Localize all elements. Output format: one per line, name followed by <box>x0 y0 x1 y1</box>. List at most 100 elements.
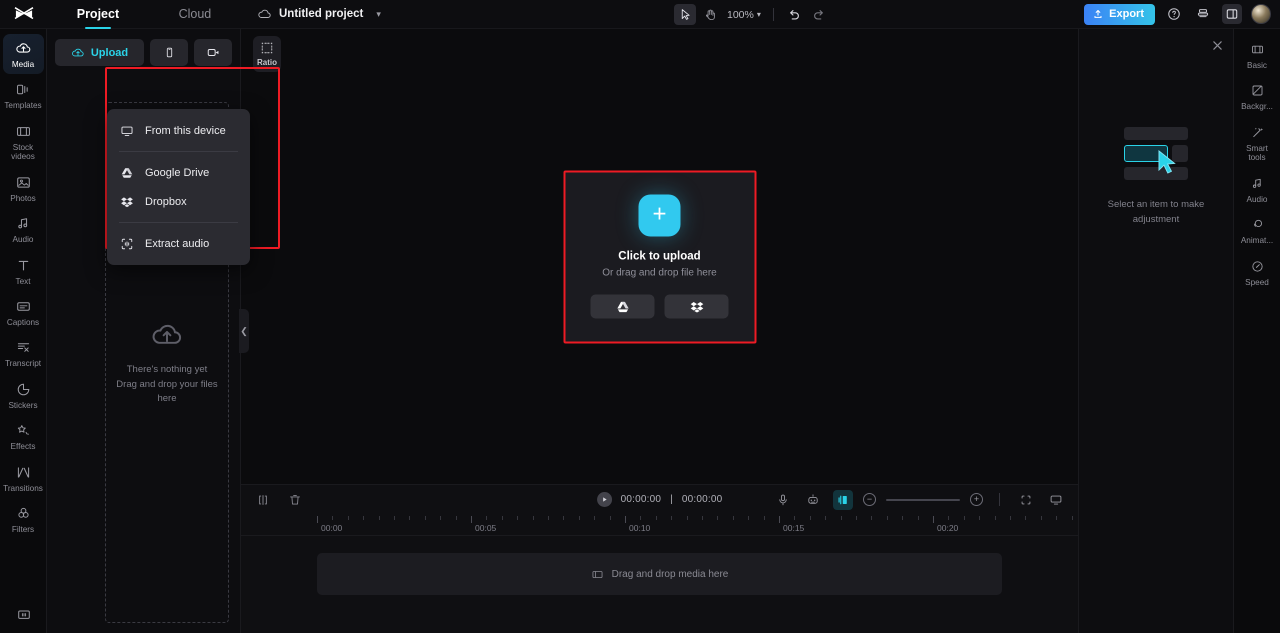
video-camera-icon <box>207 49 218 56</box>
audio-split-button[interactable] <box>833 489 853 510</box>
upload-button-row: Upload <box>47 29 240 66</box>
export-upload-icon <box>1094 10 1102 18</box>
fit-to-screen-button[interactable] <box>1016 490 1036 510</box>
right-sidebar: Basic Backgr... Smart tools Audio Animat… <box>1233 29 1280 633</box>
upload-button[interactable]: Upload <box>55 39 144 66</box>
chevron-down-icon: ▾ <box>756 10 761 19</box>
ruler-tick-minor <box>717 516 719 520</box>
tab-project[interactable]: Project <box>73 0 123 29</box>
zoom-in-button[interactable]: + <box>970 493 983 506</box>
upload-button-label: Upload <box>90 46 129 59</box>
hand-tool-button[interactable] <box>699 4 721 25</box>
sidebar-item-stickers[interactable]: Stickers <box>3 375 44 415</box>
text-t-icon <box>15 257 32 274</box>
sidebar-item-transcript[interactable]: Transcript <box>3 333 44 373</box>
sidebar-item-photos[interactable]: Photos <box>3 168 44 208</box>
tab-cloud[interactable]: Cloud <box>175 0 216 29</box>
ratio-button[interactable]: Ratio <box>253 36 281 72</box>
monitor-icon <box>120 124 134 138</box>
google-drive-upload-button[interactable] <box>590 294 655 319</box>
timeline-zoom-slider[interactable] <box>886 498 960 501</box>
panel-collapse-handle[interactable]: ❮ <box>239 309 249 353</box>
ruler-label: 00:05 <box>475 523 497 533</box>
project-title[interactable]: Untitled project <box>279 8 363 20</box>
save-icon <box>1197 9 1209 18</box>
close-panel-button[interactable] <box>1210 38 1224 52</box>
menu-item-extract-audio[interactable]: Extract audio <box>107 229 250 258</box>
upload-from-phone-button[interactable] <box>150 39 188 66</box>
sidebar-item-media[interactable]: Media <box>2 34 44 75</box>
sidebar-item-captions[interactable]: Captions <box>3 292 44 332</box>
dropbox-upload-button[interactable] <box>664 294 729 319</box>
right-sidebar-item-animation-label: Animat... <box>1240 236 1274 246</box>
timeline-ruler[interactable]: 00:00 00:05 00:10 00:15 00:20 <box>241 514 1078 536</box>
split-clip-button[interactable] <box>253 490 273 510</box>
project-title-group: Untitled project ▾ <box>241 7 1084 22</box>
film-strip-icon <box>15 123 32 140</box>
auto-captions-button[interactable] <box>803 490 823 510</box>
timeline: 00:00:00 | 00:00:00 − + 00:00 00:05 00:1… <box>241 484 1078 633</box>
divider <box>999 493 1000 506</box>
redo-button[interactable] <box>808 4 830 25</box>
voiceover-button[interactable] <box>773 490 793 510</box>
zoom-level-value: 100% <box>727 8 754 21</box>
sidebar-item-audio[interactable]: Audio <box>3 209 44 249</box>
undo-button[interactable] <box>783 4 805 25</box>
export-button[interactable]: Export <box>1084 3 1155 25</box>
sidebar-item-filters[interactable]: Filters <box>3 499 44 539</box>
help-button[interactable] <box>1164 4 1184 24</box>
right-sidebar-item-smart-tools[interactable]: Smart tools <box>1237 118 1278 168</box>
menu-item-dropbox[interactable]: Dropbox <box>107 187 250 216</box>
minus-circle-icon: − <box>866 494 873 504</box>
record-button[interactable] <box>194 39 232 66</box>
zoom-level-selector[interactable]: 100% ▾ <box>727 9 761 21</box>
sidebar-item-templates[interactable]: Templates <box>3 75 44 115</box>
sidebar-bottom-action[interactable] <box>0 607 47 623</box>
right-sidebar-item-speed[interactable]: Speed <box>1237 252 1278 292</box>
preview-window-button[interactable] <box>1046 490 1066 510</box>
hand-icon <box>705 9 715 21</box>
right-sidebar-item-audio[interactable]: Audio <box>1237 169 1278 209</box>
robot-icon <box>808 493 818 504</box>
playback-controls: 00:00:00 | 00:00:00 <box>596 492 723 507</box>
trash-icon <box>290 494 300 504</box>
zoom-out-button[interactable]: − <box>863 493 876 506</box>
sidebar-item-effects[interactable]: Effects <box>3 416 44 456</box>
select-tool-button[interactable] <box>674 4 696 25</box>
total-time: 00:00:00 <box>681 494 723 505</box>
delete-button[interactable] <box>285 490 305 510</box>
plus-circle-icon: + <box>973 494 980 504</box>
ruler-tick-minor <box>532 516 534 520</box>
menu-item-google-drive[interactable]: Google Drive <box>107 158 250 187</box>
add-media-tile[interactable]: + <box>638 194 681 237</box>
sidebar-item-stock-videos[interactable]: Stock videos <box>3 117 44 167</box>
sidebar-item-stock-videos-label: Stock videos <box>11 142 35 162</box>
ruler-tick-minor <box>871 516 873 520</box>
upload-cta-card[interactable]: + Click to upload Or drag and drop file … <box>563 170 756 343</box>
media-drop-track[interactable]: Drag and drop media here <box>317 553 1002 595</box>
ruler-tick-minor <box>640 516 642 520</box>
app-logo[interactable] <box>0 0 47 29</box>
ruler-tick-minor <box>394 516 395 520</box>
right-sidebar-item-background[interactable]: Backgr... <box>1237 76 1278 116</box>
save-button[interactable] <box>1193 4 1213 24</box>
menu-item-dropbox-label: Dropbox <box>145 195 187 208</box>
play-button[interactable] <box>596 492 612 507</box>
right-sidebar-item-basic[interactable]: Basic <box>1237 35 1278 75</box>
sidebar-item-text[interactable]: Text <box>3 251 44 291</box>
magic-wand-icon <box>1249 124 1266 141</box>
sidebar-item-transitions-label: Transitions <box>3 483 43 493</box>
right-sidebar-item-animation[interactable]: Animat... <box>1237 210 1278 250</box>
layout-toggle-button[interactable] <box>1222 4 1242 24</box>
ruler-tick-minor <box>994 516 996 520</box>
ruler-tick-major <box>471 516 472 523</box>
fit-to-screen-icon <box>1021 495 1031 504</box>
avatar[interactable] <box>1251 4 1271 24</box>
chevron-down-icon[interactable]: ▾ <box>376 9 381 20</box>
animation-icon <box>1249 216 1266 233</box>
empty-state-graphic <box>1118 125 1194 187</box>
ruler-tick-minor <box>809 516 811 520</box>
menu-item-from-this-device[interactable]: From this device <box>107 116 250 145</box>
sidebar-item-filters-label: Filters <box>11 525 35 535</box>
sidebar-item-transitions[interactable]: Transitions <box>3 458 44 498</box>
